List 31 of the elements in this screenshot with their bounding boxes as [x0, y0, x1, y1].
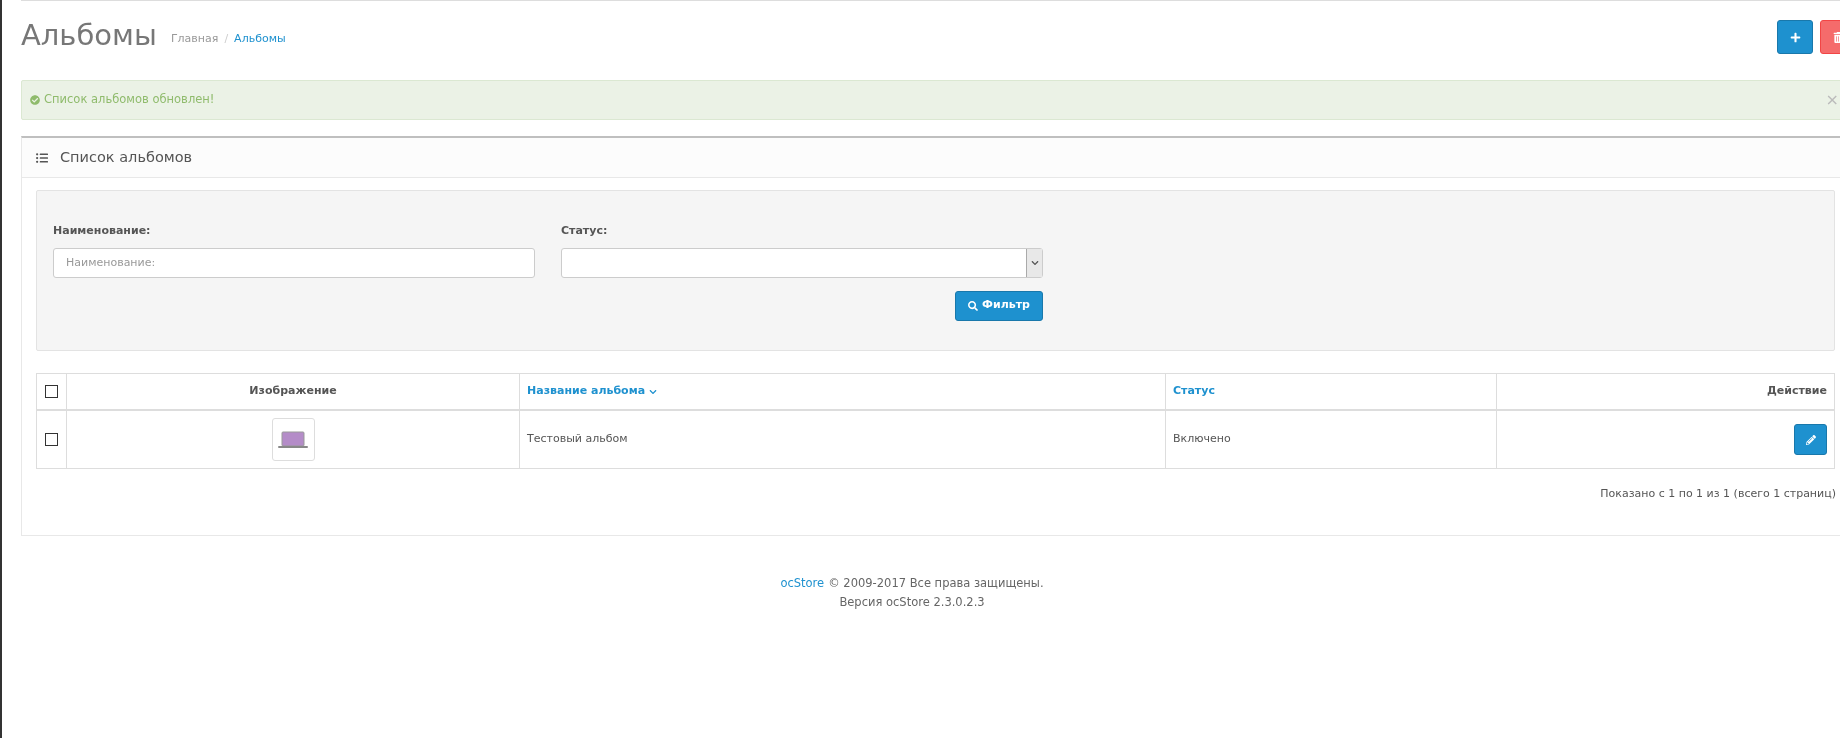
album-name: Тестовый альбом — [527, 431, 628, 448]
dropdown-caret-icon — [1030, 258, 1039, 267]
column-header: Изображение — [249, 383, 337, 400]
add-button[interactable] — [1777, 20, 1813, 54]
sortable-column-header[interactable]: Статус — [1173, 383, 1215, 400]
column-header: Действие — [1767, 383, 1827, 400]
status-text: Включено — [1173, 431, 1231, 448]
edit-button[interactable] — [1794, 424, 1827, 455]
filter-label: Статус: — [561, 223, 609, 239]
pencil-icon — [1805, 434, 1816, 445]
page-title: Альбомы — [21, 17, 157, 53]
filter-label: Наименование: — [53, 223, 152, 239]
list-icon — [36, 151, 48, 164]
checkbox[interactable] — [45, 385, 58, 398]
pagination-text: Показано с 1 по 1 из 1 (всего 1 страниц) — [1600, 486, 1836, 502]
copyright-text: © 2009-2017 Все права защищены. — [828, 575, 1044, 592]
breadcrumb-separator: / — [224, 30, 229, 47]
footer-brand-link[interactable]: ocStore — [780, 574, 825, 593]
breadcrumb-link[interactable]: Главная — [170, 30, 219, 47]
trash-icon — [1832, 31, 1840, 43]
plus-icon — [1789, 31, 1801, 43]
search-icon — [968, 300, 979, 311]
version-text: Версия ocStore 2.3.0.2.3 — [839, 594, 985, 611]
laptop-icon — [277, 430, 309, 449]
alert-message: Список альбомов обновлен! — [44, 91, 215, 109]
sortable-column-header[interactable]: Название альбома — [527, 383, 646, 400]
panel-title: Список альбомов — [60, 147, 193, 167]
breadcrumb-link[interactable]: Альбомы — [234, 30, 286, 47]
checkbox[interactable] — [45, 433, 58, 446]
filter-button[interactable]: Фильтр — [955, 290, 1043, 321]
name-input-field[interactable]: Наименование: — [53, 247, 535, 278]
